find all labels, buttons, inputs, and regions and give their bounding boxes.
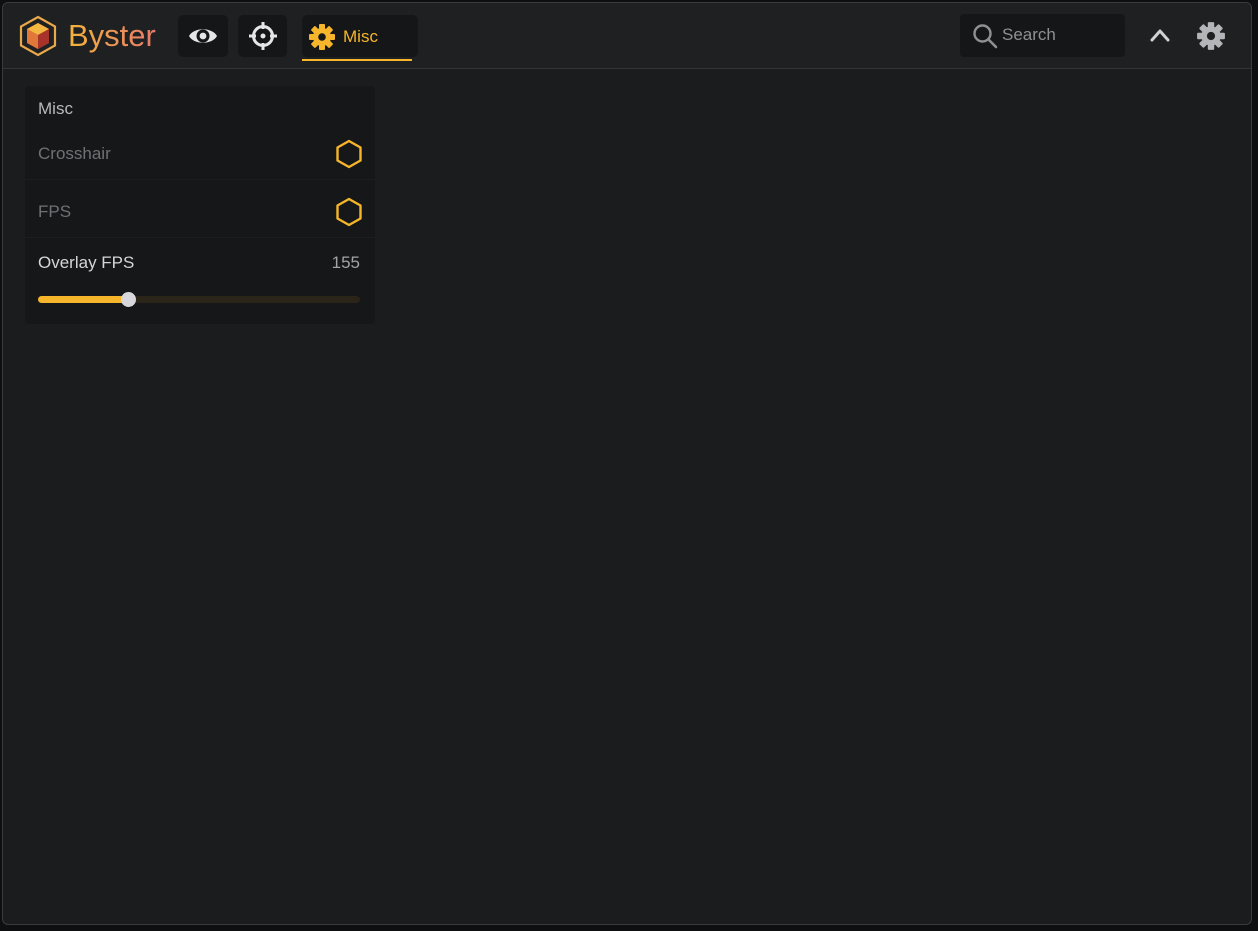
- tab-misc[interactable]: Misc: [302, 15, 418, 61]
- tab-aim[interactable]: [238, 15, 287, 57]
- hexagon-checkbox-icon[interactable]: [335, 139, 363, 169]
- search-icon: [973, 24, 998, 49]
- crosshair-icon: [249, 22, 277, 50]
- slider-row-overlay-fps: Overlay FPS 155: [25, 244, 375, 322]
- toggle-row-crosshair[interactable]: Crosshair: [25, 126, 375, 180]
- toggle-label: FPS: [38, 202, 72, 221]
- top-bar: Byster Misc Search: [3, 3, 1251, 69]
- eye-icon: [189, 29, 217, 43]
- settings-gear-icon[interactable]: [1196, 21, 1226, 51]
- panel-title: Misc: [38, 99, 73, 118]
- byster-logo-icon: [19, 15, 57, 57]
- slider-thumb[interactable]: [121, 292, 137, 307]
- chevron-up-icon[interactable]: [1148, 23, 1172, 47]
- tab-misc-label: Misc: [343, 27, 378, 46]
- app-window: Byster Misc Search Misc Crosshair FPS Ov…: [2, 2, 1252, 925]
- slider-label: Overlay FPS: [38, 253, 135, 272]
- misc-panel: Misc Crosshair FPS Overlay FPS 155: [25, 86, 375, 324]
- gear-icon: [309, 24, 335, 50]
- hexagon-checkbox-icon[interactable]: [335, 197, 363, 227]
- active-tab-indicator: [302, 59, 412, 61]
- slider-track[interactable]: [38, 292, 360, 307]
- tab-visuals[interactable]: [178, 15, 228, 57]
- search-input[interactable]: [1002, 24, 1117, 46]
- toggle-row-fps[interactable]: FPS: [25, 184, 375, 238]
- slider-value: 155: [331, 253, 360, 272]
- search-box[interactable]: [960, 14, 1125, 57]
- brand-name: Byster: [68, 18, 156, 53]
- slider-fill: [38, 296, 129, 303]
- toggle-label: Crosshair: [38, 144, 111, 163]
